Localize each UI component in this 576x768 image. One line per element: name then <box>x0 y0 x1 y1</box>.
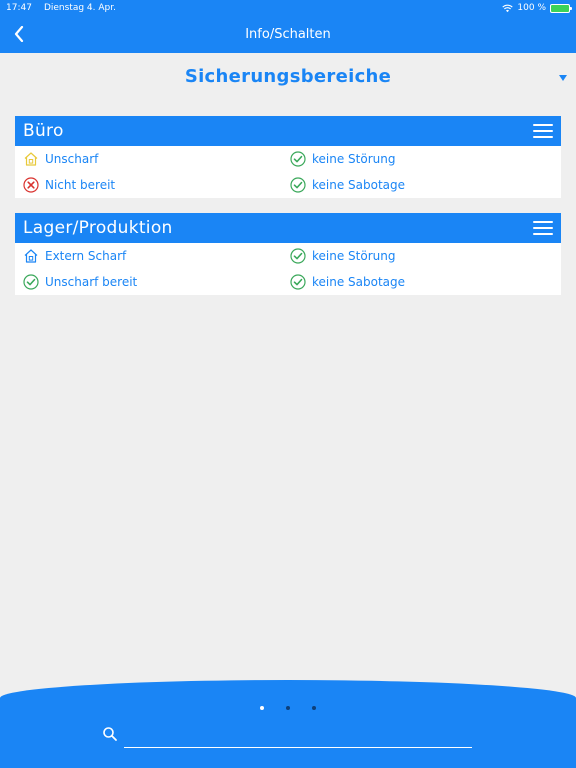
chevron-left-icon <box>14 26 24 42</box>
status-label: keine Störung <box>312 249 396 263</box>
status-label: Unscharf bereit <box>45 275 138 289</box>
area-name: Büro <box>23 121 64 141</box>
check-circle-icon <box>290 177 306 193</box>
house-outline-icon <box>24 152 38 166</box>
area-menu-button[interactable] <box>533 221 553 235</box>
menu-line <box>533 124 553 126</box>
status-label: Unscharf <box>45 152 99 166</box>
triangle-down-icon[interactable] <box>558 73 568 83</box>
check-circle-icon <box>290 274 306 290</box>
area-name: Lager/Produktion <box>23 218 173 238</box>
status-item: keine Sabotage <box>290 172 405 198</box>
status-item: Extern Scharf <box>23 243 126 269</box>
status-item: keine Sabotage <box>290 269 405 295</box>
menu-line <box>533 233 553 235</box>
area-status-grid: Unscharf keine Störung Nicht bereit kein… <box>15 146 561 198</box>
check-circle-icon <box>290 151 306 167</box>
area-card-lager-produktion[interactable]: Lager/Produktion Extern Scharf keine Stö… <box>15 213 561 295</box>
status-label: keine Sabotage <box>312 275 406 289</box>
page-dot[interactable] <box>260 706 264 710</box>
nav-title: Info/Schalten <box>245 27 331 42</box>
status-bar: 17:47 Dienstag 4. Apr. 100 % <box>0 0 576 16</box>
status-item: Unscharf bereit <box>23 269 137 295</box>
check-circle-icon <box>23 274 39 290</box>
page-indicator <box>0 706 576 710</box>
back-button[interactable] <box>8 22 30 46</box>
top-bar: 17:47 Dienstag 4. Apr. 100 % Info/Schalt… <box>0 0 576 53</box>
status-time: 17:47 <box>6 3 32 13</box>
area-header[interactable]: Büro <box>15 116 561 146</box>
battery-icon <box>550 3 572 13</box>
menu-line <box>533 221 553 223</box>
area-header[interactable]: Lager/Produktion <box>15 213 561 243</box>
menu-line <box>533 130 553 132</box>
bottom-bar <box>0 680 576 768</box>
status-label: keine Störung <box>312 152 396 166</box>
house-outline-icon <box>24 249 38 263</box>
status-label: Nicht bereit <box>45 178 116 192</box>
page-dot[interactable] <box>312 706 316 710</box>
x-circle-icon <box>23 177 39 193</box>
search-input[interactable] <box>124 724 472 748</box>
section-title: Sicherungsbereiche <box>184 65 392 87</box>
area-card-buero[interactable]: Büro Unscharf keine Störung Nicht bereit… <box>15 116 561 198</box>
section-header: Sicherungsbereiche <box>0 60 576 92</box>
page-dot[interactable] <box>286 706 290 710</box>
status-label: keine Sabotage <box>312 178 406 192</box>
menu-line <box>533 136 553 138</box>
search-icon <box>103 727 117 741</box>
area-status-grid: Extern Scharf keine Störung Unscharf ber… <box>15 243 561 295</box>
menu-line <box>533 227 553 229</box>
nav-bar: Info/Schalten <box>0 16 576 53</box>
status-date: Dienstag 4. Apr. <box>43 3 116 13</box>
status-item: Unscharf <box>23 146 98 172</box>
status-item: Nicht bereit <box>23 172 115 198</box>
area-menu-button[interactable] <box>533 124 553 138</box>
wifi-icon <box>502 4 514 12</box>
status-item: keine Störung <box>290 243 395 269</box>
check-circle-icon <box>290 248 306 264</box>
status-item: keine Störung <box>290 146 395 172</box>
status-label: Extern Scharf <box>45 249 127 263</box>
battery-text: 100 % <box>517 3 546 13</box>
